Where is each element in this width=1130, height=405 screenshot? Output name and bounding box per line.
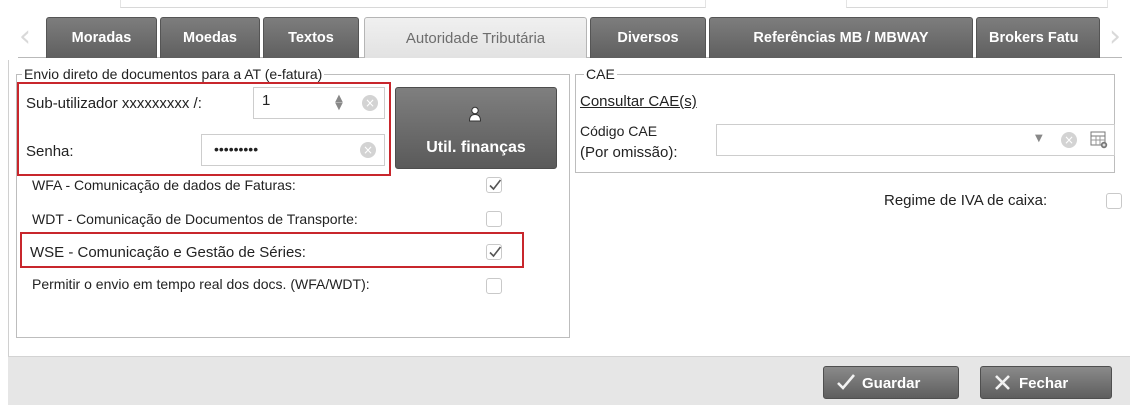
cae-code-select[interactable]: ▼ × (716, 124, 1115, 156)
vat-cash-regime-label: Regime de IVA de caixa: (884, 192, 1048, 209)
util-financas-button[interactable]: Util. finanças (395, 87, 557, 169)
save-button[interactable]: Guardar (823, 366, 959, 399)
clear-cae-icon[interactable]: × (1061, 132, 1077, 148)
tab-brokers[interactable]: Brokers Fatu (976, 17, 1100, 58)
clear-password-icon[interactable]: × (360, 142, 376, 158)
password-label: Senha: (26, 143, 74, 160)
option-wfa-checkbox[interactable] (486, 177, 502, 193)
option-wse-label: WSE - Comunicação e Gestão de Séries: (30, 244, 306, 261)
tab-moradas[interactable]: Moradas (46, 17, 157, 58)
subuser-label: Sub-utilizador xxxxxxxxx /: (26, 95, 202, 112)
subuser-value: 1 (262, 92, 271, 109)
option-wdt-label: WDT - Comunicação de Documentos de Trans… (32, 211, 358, 227)
tab-autoridade-tributaria[interactable]: Autoridade Tributária (364, 17, 587, 58)
table-lookup-icon[interactable] (1090, 131, 1108, 152)
top-field-edge (846, 0, 1108, 8)
tab-scroll-right-icon[interactable]: › (1108, 21, 1122, 55)
efatura-legend: Envio direto de documentos para a AT (e-… (22, 66, 325, 82)
user-icon (468, 106, 482, 125)
option-wfa-label: WFA - Comunicação de dados de Faturas: (32, 177, 296, 193)
top-field-edge (120, 0, 706, 8)
tab-strip: ‹ Moradas Moedas Textos Autoridade Tribu… (18, 17, 1122, 58)
top-toolbar-remnant (0, 0, 1130, 8)
subuser-input[interactable]: 1 ▲ ▼ × (253, 87, 385, 119)
tab-scroll-left-icon[interactable]: ‹ (18, 21, 32, 55)
tab-textos[interactable]: Textos (263, 17, 359, 58)
footer-bar: Guardar Fechar (8, 356, 1130, 405)
cae-code-label-line1: Código CAE (580, 123, 658, 139)
option-realtime-label: Permitir o envio em tempo real dos docs.… (32, 276, 370, 292)
chevron-down-icon[interactable]: ▼ (1035, 133, 1043, 144)
clear-subuser-icon[interactable]: × (362, 95, 378, 111)
checkmark-icon (489, 179, 502, 191)
close-label: Fechar (1019, 375, 1069, 392)
vat-cash-regime-checkbox[interactable] (1106, 193, 1122, 209)
password-input[interactable]: ••••••••• × (201, 134, 385, 166)
tab-referencias-mb-mbway[interactable]: Referências MB / MBWAY (709, 17, 973, 58)
checkmark-icon (489, 246, 502, 258)
util-financas-label: Util. finanças (426, 139, 526, 156)
checkmark-icon (836, 373, 856, 395)
tab-moedas[interactable]: Moedas (160, 17, 260, 58)
panel-border (8, 60, 9, 356)
password-value: ••••••••• (214, 141, 259, 157)
cae-code-label-line2: (Por omissão): (580, 144, 678, 161)
option-realtime-checkbox[interactable] (486, 278, 502, 294)
close-button[interactable]: Fechar (980, 366, 1112, 399)
save-label: Guardar (862, 375, 921, 392)
spinner-icon[interactable]: ▲ ▼ (334, 94, 344, 112)
close-icon (993, 373, 1013, 395)
tab-diversos[interactable]: Diversos (590, 17, 706, 58)
consult-cae-link[interactable]: Consultar CAE(s) (580, 93, 697, 110)
option-wse-checkbox[interactable] (486, 244, 502, 260)
cae-legend: CAE (584, 66, 617, 82)
option-wdt-checkbox[interactable] (486, 211, 502, 227)
